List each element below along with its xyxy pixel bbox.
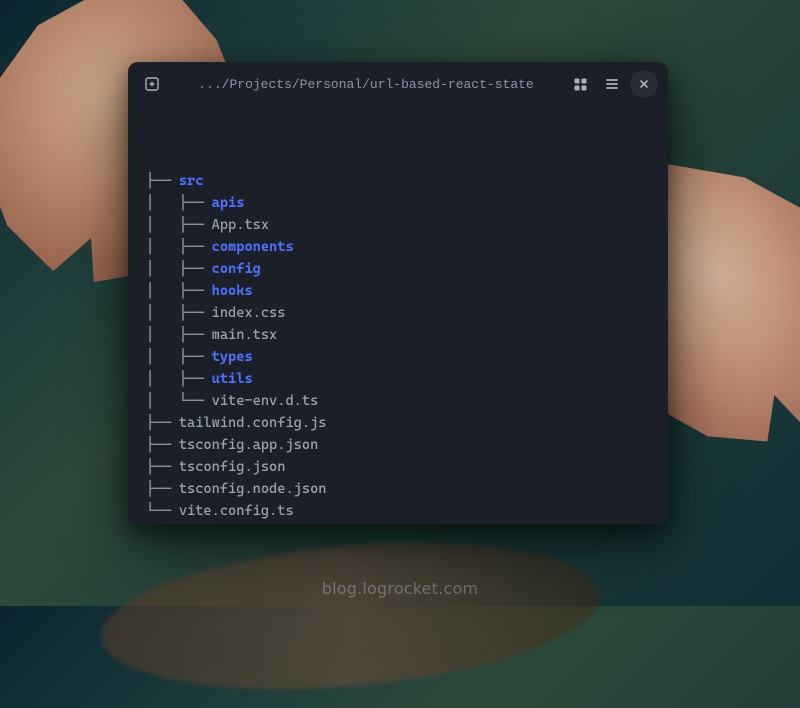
tree-file: vite-env.d.ts — [212, 390, 319, 412]
tree-branch: ├── — [146, 456, 179, 478]
tree-directory: src — [179, 170, 204, 192]
tree-line: │ ├── types — [146, 346, 650, 368]
tree-branch: ├── — [146, 434, 179, 456]
close-button[interactable] — [630, 70, 658, 98]
tree-directory: utils — [212, 368, 253, 390]
tree-branch: ├── — [146, 478, 179, 500]
tree-branch: │ ├── — [146, 258, 212, 280]
tree-line: ├── tsconfig.node.json — [146, 478, 650, 500]
tree-branch: │ ├── — [146, 368, 212, 390]
terminal-window: .../Projects/Personal/url-based-react-st… — [128, 62, 668, 524]
tree-branch: └── — [146, 500, 179, 522]
tree-line: │ ├── utils — [146, 368, 650, 390]
terminal-output[interactable]: ├── src│ ├── apis│ ├── App.tsx│ ├── comp… — [128, 106, 668, 524]
tree-file: vite.config.ts — [179, 500, 294, 522]
tree-file: main.tsx — [212, 324, 278, 346]
tree-directory: components — [212, 236, 294, 258]
tree-branch: │ └── — [146, 390, 212, 412]
tree-branch: │ ├── — [146, 280, 212, 302]
tree-line: ├── tsconfig.app.json — [146, 434, 650, 456]
tree-line: │ └── vite-env.d.ts — [146, 390, 650, 412]
tree-line: │ ├── index.css — [146, 302, 650, 324]
tree-file: tsconfig.node.json — [179, 478, 327, 500]
plus-box-icon — [144, 76, 160, 92]
tree-file: index.css — [212, 302, 286, 324]
tree-line: ├── tailwind.config.js — [146, 412, 650, 434]
tree-line: │ ├── hooks — [146, 280, 650, 302]
close-icon — [638, 78, 650, 90]
tree-directory: config — [212, 258, 261, 280]
grid-button[interactable] — [566, 70, 594, 98]
tree-directory: apis — [212, 192, 245, 214]
tree-line: ├── src — [146, 170, 650, 192]
tree-branch: │ ├── — [146, 302, 212, 324]
tree-file: tsconfig.app.json — [179, 434, 318, 456]
tree-line: │ ├── components — [146, 236, 650, 258]
tree-line: └── vite.config.ts — [146, 500, 650, 522]
titlebar: .../Projects/Personal/url-based-react-st… — [128, 62, 668, 106]
tree-branch: │ ├── — [146, 192, 212, 214]
tree-branch: │ ├── — [146, 214, 212, 236]
tree-line: │ ├── App.tsx — [146, 214, 650, 236]
tree-directory: types — [212, 346, 253, 368]
tree-line: ├── tsconfig.json — [146, 456, 650, 478]
tree-line: │ ├── config — [146, 258, 650, 280]
tree-branch: ├── — [146, 170, 179, 192]
tree-file: tsconfig.json — [179, 456, 286, 478]
tree-branch: ├── — [146, 412, 179, 434]
tree-branch: │ ├── — [146, 346, 212, 368]
hamburger-icon — [604, 76, 620, 92]
watermark: blog.logrocket.com — [322, 579, 479, 598]
menu-button[interactable] — [598, 70, 626, 98]
window-title: .../Projects/Personal/url-based-react-st… — [176, 77, 556, 92]
tree-output: ├── src│ ├── apis│ ├── App.tsx│ ├── comp… — [146, 170, 650, 522]
tree-file: App.tsx — [212, 214, 269, 236]
tree-branch: │ ├── — [146, 236, 212, 258]
tree-file: tailwind.config.js — [179, 412, 327, 434]
grid-icon — [573, 77, 588, 92]
tree-branch: │ ├── — [146, 324, 212, 346]
background-leaf-shadow — [95, 524, 605, 707]
tree-line: │ ├── apis — [146, 192, 650, 214]
new-tab-button[interactable] — [138, 70, 166, 98]
tree-line: │ ├── main.tsx — [146, 324, 650, 346]
tree-directory: hooks — [212, 280, 253, 302]
